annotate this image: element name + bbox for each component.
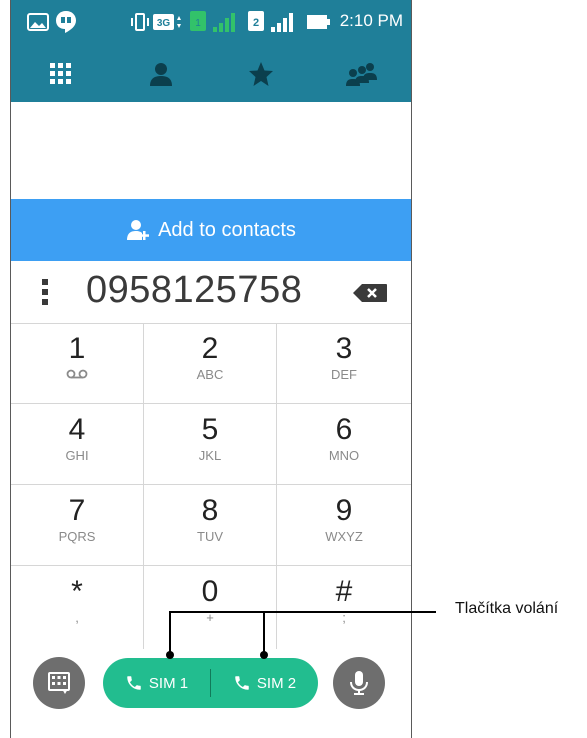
- backspace-icon[interactable]: [352, 283, 388, 303]
- dialpad-keys: 1 2 ABC 3 DEF 4 GHI 5 JKL 6 MNO 7 PQRS 8…: [11, 323, 411, 649]
- tab-dialpad[interactable]: [11, 46, 111, 102]
- call-buttons: SIM 1 SIM 2: [103, 658, 318, 708]
- add-contact-icon: [126, 219, 150, 241]
- key-digit: 8: [201, 494, 219, 527]
- callout-dot-sim1: [166, 651, 174, 659]
- search-results-area: [11, 102, 411, 199]
- 3g-icon: 3G: [153, 14, 181, 30]
- key-digit: *: [71, 575, 83, 608]
- vibrate-icon: [131, 13, 149, 31]
- battery-icon: [307, 15, 330, 29]
- key-star[interactable]: * ,: [11, 566, 144, 649]
- key-0[interactable]: 0 +: [144, 566, 277, 649]
- key-4[interactable]: 4 GHI: [11, 404, 144, 485]
- key-letters: TUV: [197, 529, 223, 544]
- key-digit: 5: [201, 413, 219, 446]
- dialpad-toggle-icon: [48, 672, 70, 694]
- status-time: 2:10 PM: [339, 11, 403, 30]
- sim1-label: SIM 1: [148, 674, 189, 692]
- phone-icon: [235, 676, 249, 690]
- sim2-signal-icon: 2: [248, 11, 293, 32]
- hangouts-icon: [56, 11, 76, 33]
- callout-line-sim2: [263, 611, 265, 656]
- key-digit: 0: [201, 575, 219, 608]
- key-digit: #: [335, 575, 353, 608]
- svg-text:2: 2: [253, 17, 259, 29]
- key-digit: 6: [335, 413, 353, 446]
- phone-screen: 3G 1 2 2:10 PM Add to contacts 095812575…: [10, 0, 412, 738]
- key-7[interactable]: 7 PQRS: [11, 485, 144, 566]
- bottom-action-bar: SIM 1 SIM 2: [11, 649, 411, 738]
- key-letters: JKL: [198, 448, 222, 463]
- svg-text:3G: 3G: [157, 18, 171, 29]
- key-letters: PQRS: [58, 529, 96, 544]
- person-icon: [150, 63, 172, 86]
- key-letters: DEF: [331, 367, 357, 382]
- tab-bar: [11, 46, 411, 102]
- key-8[interactable]: 8 TUV: [144, 485, 277, 566]
- add-to-contacts-label: Add to contacts: [158, 218, 296, 241]
- phone-icon: [127, 676, 141, 690]
- call-sim2-button[interactable]: SIM 2: [211, 658, 318, 708]
- sim1-signal-icon: 1: [190, 11, 235, 32]
- voicemail-icon: [66, 369, 88, 379]
- dialed-number[interactable]: 0958125758: [86, 269, 302, 312]
- image-icon: [27, 13, 49, 31]
- overflow-menu-icon[interactable]: [41, 277, 49, 307]
- star-icon: [249, 62, 273, 86]
- callout-label: Tlačítka volání: [455, 600, 559, 617]
- key-digit: 9: [335, 494, 353, 527]
- tab-groups[interactable]: [311, 46, 411, 102]
- tab-favorites[interactable]: [211, 46, 311, 102]
- key-3[interactable]: 3 DEF: [277, 323, 411, 404]
- sim2-label: SIM 2: [256, 674, 297, 692]
- key-letters: ABC: [196, 367, 224, 382]
- dialpad-icon: [50, 63, 71, 84]
- status-bar: 3G 1 2 2:10 PM: [11, 0, 411, 46]
- tab-contacts[interactable]: [111, 46, 211, 102]
- microphone-icon: [350, 671, 368, 695]
- dialed-number-row: 0958125758: [11, 261, 411, 324]
- group-icon: [346, 63, 377, 86]
- voice-search-button[interactable]: [333, 657, 385, 709]
- key-letters: WXYZ: [325, 529, 363, 544]
- key-1[interactable]: 1: [11, 323, 144, 404]
- callout-line-horizontal: [170, 611, 436, 613]
- call-sim1-button[interactable]: SIM 1: [103, 658, 210, 708]
- key-6[interactable]: 6 MNO: [277, 404, 411, 485]
- key-2[interactable]: 2 ABC: [144, 323, 277, 404]
- key-digit: 1: [68, 332, 86, 365]
- key-hash[interactable]: # ;: [277, 566, 411, 649]
- key-digit: 2: [201, 332, 219, 365]
- key-letters: GHI: [65, 448, 89, 463]
- callout-dot-sim2: [260, 651, 268, 659]
- key-letters: ,: [75, 610, 79, 625]
- key-digit: 7: [68, 494, 86, 527]
- svg-text:1: 1: [195, 18, 201, 29]
- key-letters: MNO: [328, 448, 360, 463]
- key-5[interactable]: 5 JKL: [144, 404, 277, 485]
- callout-line-sim1: [169, 611, 171, 656]
- key-digit: 3: [335, 332, 353, 365]
- hide-dialpad-button[interactable]: [33, 657, 85, 709]
- key-digit: 4: [68, 413, 86, 446]
- key-9[interactable]: 9 WXYZ: [277, 485, 411, 566]
- add-to-contacts-button[interactable]: Add to contacts: [11, 199, 411, 261]
